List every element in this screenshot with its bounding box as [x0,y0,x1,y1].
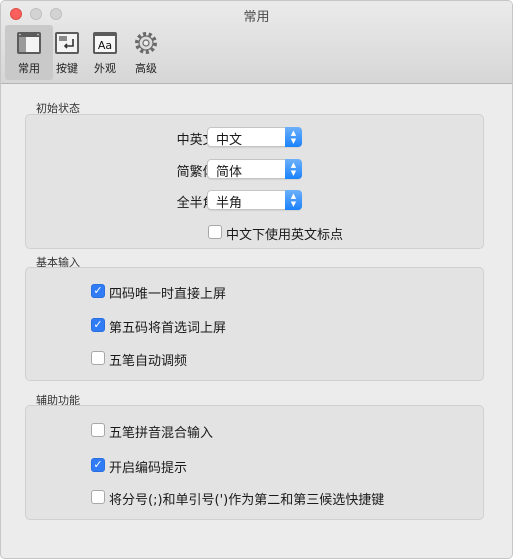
gear-icon [135,32,157,54]
lang-popup[interactable]: 中文 ▲ ▼ [207,127,302,148]
initial-state-group: 中英文: 中文 ▲ ▼ 简繁体: 简体 ▲ ▼ 全半角: 半角 ▲ ▼ 中文下使用英文… [25,114,484,249]
auto-commit-checkbox[interactable]: ✓ [91,284,105,298]
english-punct-checkbox[interactable] [208,225,222,239]
auto-commit-label: 四码唯一时直接上屏 [109,287,227,302]
general-icon [17,32,41,54]
titlebar: 常用 常用 按键 Aa 外观 高级 [1,1,512,84]
appearance-icon: Aa [93,32,117,54]
script-popup[interactable]: 简体 ▲ ▼ [207,159,302,180]
code-hint-label: 开启编码提示 [109,461,188,476]
width-popup[interactable]: 半角 ▲ ▼ [207,190,302,211]
window-title: 常用 [243,10,270,25]
fifth-code-label: 第五码将首选词上屏 [109,321,227,336]
mixed-input-checkbox[interactable] [91,423,105,437]
keys-icon [55,32,79,54]
popup-arrows-icon: ▲ ▼ [285,190,302,210]
basic-input-group: ✓ 四码唯一时直接上屏 ✓ 第五码将首选词上屏 五笔自动调频 [25,267,484,381]
toolbar-item-advanced[interactable]: 高级 [122,25,170,80]
preferences-window: 常用 常用 按键 Aa 外观 高级 初始状态 中英文: 中文 ▲ ▼ 简繁体: … [0,0,513,559]
svg-text:Aa: Aa [98,39,112,52]
popup-arrows-icon: ▲ ▼ [285,127,302,147]
mixed-input-label: 五笔拼音混合输入 [109,426,214,441]
code-hint-checkbox[interactable]: ✓ [91,458,105,472]
shortcut-keys-checkbox[interactable] [91,490,105,504]
lang-value: 中文 [216,133,243,148]
popup-arrows-icon: ▲ ▼ [285,159,302,179]
aux-group: 五笔拼音混合输入 ✓ 开启编码提示 将分号(;)和单引号(')作为第二和第三候选… [25,405,484,520]
script-value: 简体 [216,165,243,180]
auto-freq-checkbox[interactable] [91,351,105,365]
fifth-code-checkbox[interactable]: ✓ [91,318,105,332]
auto-freq-label: 五笔自动调频 [109,354,188,369]
width-value: 半角 [216,196,243,211]
toolbar-label-advanced: 高级 [135,62,157,75]
shortcut-keys-label: 将分号(;)和单引号(')作为第二和第三候选快捷键 [109,493,385,508]
english-punct-label: 中文下使用英文标点 [226,228,344,243]
